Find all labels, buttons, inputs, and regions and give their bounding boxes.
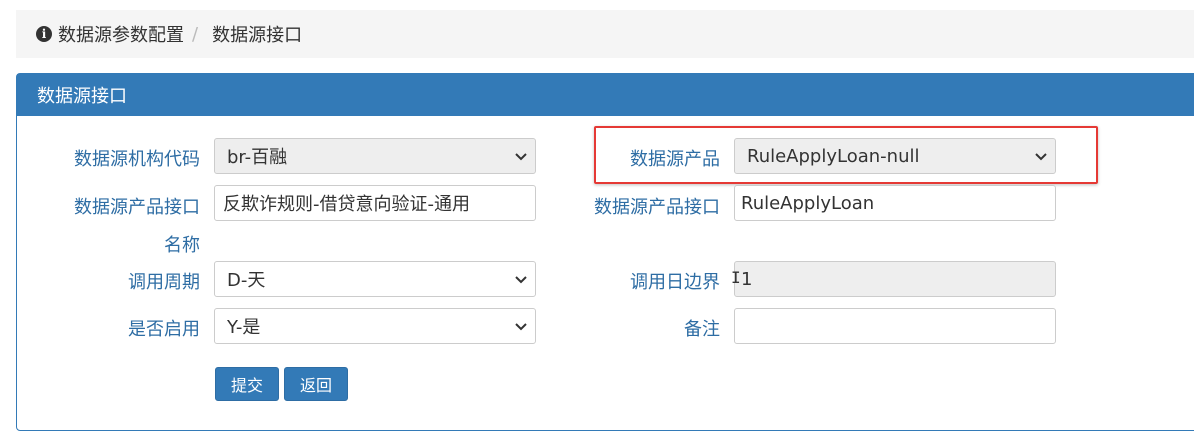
period-value: D-天	[227, 270, 266, 291]
interface-input[interactable]: RuleApplyLoan	[734, 185, 1056, 221]
period-label: 调用周期	[128, 272, 200, 293]
info-icon: i	[36, 26, 52, 42]
interface-name-label-line1: 数据源产品接口	[74, 197, 200, 218]
interface-name-label-line2: 名称	[164, 235, 200, 256]
breadcrumb-separator: /	[192, 23, 199, 45]
enabled-value: Y-是	[227, 317, 261, 338]
text-cursor-icon: I	[731, 268, 741, 287]
highlight-annotation	[594, 126, 1098, 184]
day-boundary-label: 调用日边界	[630, 272, 720, 293]
back-button[interactable]: 返回	[284, 367, 348, 401]
chevron-down-icon	[515, 323, 527, 331]
period-select[interactable]: D-天	[214, 261, 536, 297]
org-code-label: 数据源机构代码	[74, 149, 200, 170]
remark-label: 备注	[684, 319, 720, 340]
breadcrumb-current: 数据源接口	[212, 25, 303, 46]
interface-name-input[interactable]: 反欺诈规则-借贷意向验证-通用	[214, 185, 536, 221]
breadcrumb-parent[interactable]: 数据源参数配置	[58, 21, 184, 47]
day-boundary-input[interactable]: 1	[734, 261, 1056, 297]
panel-title: 数据源接口	[17, 74, 1194, 116]
enabled-select[interactable]: Y-是	[214, 308, 536, 344]
interface-name-value: 反欺诈规则-借贷意向验证-通用	[223, 194, 470, 215]
org-code-value: br-百融	[227, 147, 288, 168]
day-boundary-value: 1	[741, 268, 753, 290]
breadcrumb: i 数据源参数配置 / 数据源接口	[16, 10, 1194, 58]
interface-value: RuleApplyLoan	[741, 192, 875, 214]
chevron-down-icon	[515, 276, 527, 284]
submit-button[interactable]: 提交	[215, 367, 279, 401]
remark-input[interactable]	[734, 308, 1056, 344]
enabled-label: 是否启用	[128, 319, 200, 340]
interface-label: 数据源产品接口	[594, 197, 720, 218]
org-code-select[interactable]: br-百融	[214, 138, 536, 174]
chevron-down-icon	[515, 153, 527, 161]
